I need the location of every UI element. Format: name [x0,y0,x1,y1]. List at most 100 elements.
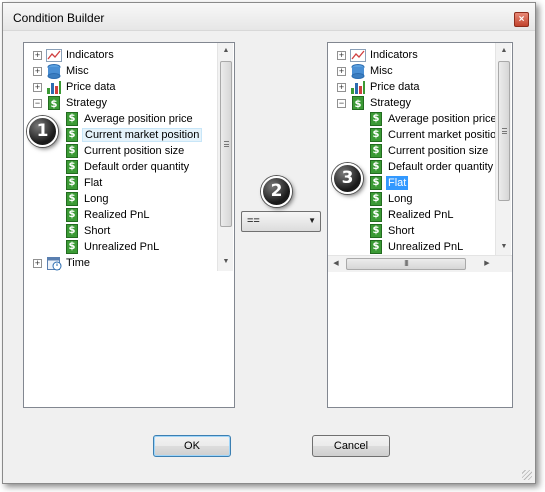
tree-leaf[interactable]: $ Long [24,191,217,207]
dollar-icon: $ [370,176,382,190]
tree-item-label: Long [84,193,109,205]
dropdown-arrow-icon: ▼ [308,216,316,225]
tree-category[interactable]: + Price data [328,79,495,95]
dollar-icon: $ [370,112,382,126]
dollar-icon: $ [66,208,78,222]
tree-item-label: Long [388,193,413,205]
scroll-down-arrow-icon[interactable]: ▼ [218,254,234,270]
tree-leaf[interactable]: $ Current position size [24,143,217,159]
tree-leaf[interactable]: $ Unrealized PnL [328,239,495,255]
indicators-icon [46,47,62,63]
tree-leaf[interactable]: $ Default order quantity [24,159,217,175]
tree-category[interactable]: + Indicators [24,47,217,63]
time-icon [46,255,62,271]
svg-text:$: $ [51,99,58,110]
dollar-icon: $ [370,208,382,222]
expand-icon[interactable]: + [33,51,42,60]
dollar-icon: $ [66,192,78,206]
tree-item-label: Short [84,225,111,237]
left-expression-panel: + Indicators + Misc + Price data − $ Strategy $ Av… [23,42,235,408]
tree-item-label: Unrealized PnL [388,241,464,253]
tree-category[interactable]: − $ Strategy [24,95,217,111]
expand-icon[interactable]: + [33,83,42,92]
expand-icon[interactable]: + [33,259,42,268]
operator-dropdown[interactable]: == ▼ [241,211,321,232]
scroll-left-arrow-icon[interactable]: ◀ [328,256,344,272]
dollar-icon: $ [66,128,78,142]
strategy-icon: $ [350,95,366,111]
tree-category[interactable]: + Indicators [328,47,495,63]
left-vertical-scrollbar[interactable]: ▲ ▼ [217,43,233,271]
dollar-icon: $ [370,240,382,254]
tree-category[interactable]: + Price data [24,79,217,95]
tree-item-label: Price data [66,81,116,93]
tree-item-label: Misc [66,65,89,77]
right-horizontal-scrollbar[interactable]: ◀ III ▶ [328,255,512,272]
tree-leaf[interactable]: $ Flat [24,175,217,191]
tree-leaf[interactable]: $ Long [328,191,495,207]
tree-leaf[interactable]: $ Short [24,223,217,239]
condition-builder-dialog: Condition Builder × + Indicators + Misc + Pri… [2,2,536,484]
expand-icon[interactable]: + [337,83,346,92]
tree-leaf[interactable]: $ Current position size [328,143,495,159]
tree-item-label: Time [66,257,91,269]
right-vertical-scrollbar[interactable]: ▲ ▼ [495,43,511,255]
expand-icon[interactable]: + [337,51,346,60]
dollar-icon: $ [370,128,382,142]
expand-icon[interactable]: + [337,67,346,76]
tree-leaf[interactable]: $ Average position price [328,111,495,127]
tree-item-label: Current market position [82,128,203,142]
cancel-button[interactable]: Cancel [312,435,390,457]
tree-item-label: Default order quantity [84,161,190,173]
tree-item-label: Current position size [84,145,185,157]
scroll-right-arrow-icon[interactable]: ▶ [479,256,495,272]
price-data-icon [46,79,62,95]
right-expression-panel: + Indicators + Misc + Price data − $ Strategy $ Av… [327,42,513,408]
tree-category[interactable]: − $ Strategy [328,95,495,111]
dollar-icon: $ [370,144,382,158]
operator-value: == [247,215,260,227]
tree-leaf[interactable]: $ Realized PnL [328,207,495,223]
scroll-up-arrow-icon[interactable]: ▲ [496,43,512,59]
tree-item-label: Flat [84,177,103,189]
right-tree: + Indicators + Misc + Price data − $ Strategy $ Av… [328,43,495,255]
tree-leaf[interactable]: $ Unrealized PnL [24,239,217,255]
scroll-thumb[interactable] [498,61,510,201]
dollar-icon: $ [66,160,78,174]
misc-icon [350,63,366,79]
tree-category[interactable]: + Misc [24,63,217,79]
dollar-icon: $ [66,176,78,190]
tree-leaf[interactable]: $ Current market positio [328,127,495,143]
ok-button[interactable]: OK [153,435,231,457]
tree-item-label: Short [388,225,415,237]
title-bar[interactable]: Condition Builder × [3,3,535,31]
tree-category[interactable]: + Time [24,255,217,271]
resize-grip[interactable] [522,470,532,480]
dollar-icon: $ [370,160,382,174]
indicators-icon [350,47,366,63]
tree-category[interactable]: + Misc [328,63,495,79]
dollar-icon: $ [66,224,78,238]
tree-leaf[interactable]: $ Short [328,223,495,239]
tree-item-label: Strategy [370,97,411,109]
collapse-icon[interactable]: − [33,99,42,108]
scroll-up-arrow-icon[interactable]: ▲ [218,43,234,59]
tree-item-label: Realized PnL [388,209,454,221]
dollar-icon: $ [66,144,78,158]
expand-icon[interactable]: + [33,67,42,76]
scroll-down-arrow-icon[interactable]: ▼ [496,239,512,255]
horizontal-scroll-thumb[interactable]: III [346,258,466,270]
tree-leaf[interactable]: $ Realized PnL [24,207,217,223]
collapse-icon[interactable]: − [337,99,346,108]
misc-icon [46,63,62,79]
tree-item-label: Average position price [84,113,193,125]
window-title: Condition Builder [13,11,105,25]
tree-item-label: Indicators [66,49,114,61]
close-button[interactable]: × [514,12,529,27]
scroll-thumb[interactable] [220,61,232,227]
tree-item-label: Unrealized PnL [84,241,160,253]
svg-text:$: $ [355,99,362,110]
callout-badge-3: 3 [332,163,363,194]
callout-badge-1: 1 [27,116,58,147]
dollar-icon: $ [66,240,78,254]
